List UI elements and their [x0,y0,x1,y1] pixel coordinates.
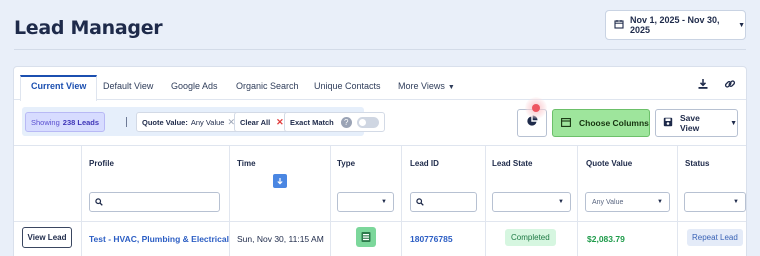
column-header-type[interactable]: Type [337,159,355,168]
column-header-status[interactable]: Status [685,159,709,168]
download-icon[interactable] [697,77,711,91]
columns-icon [561,117,571,129]
tab-current-view[interactable]: Current View [20,75,98,101]
view-tabs: Current View Default View Google Ads Org… [14,67,746,101]
chevron-down-icon: ▼ [730,119,737,127]
status-filter-select[interactable]: ▼ [684,192,746,212]
tab-unique-contacts[interactable]: Unique Contacts [314,75,381,100]
quote-value-filter-chip[interactable]: Quote Value: Any Value ✕ [136,112,242,132]
status-badge: Repeat Lead [687,229,743,246]
date-range-picker[interactable]: Nov 1, 2025 - Nov 30, 2025 ▼ [605,10,746,40]
calendar-icon [614,19,624,31]
help-icon[interactable]: ? [340,116,352,128]
search-icon [95,193,103,211]
save-icon [663,117,673,129]
exact-match-toggle[interactable] [356,116,379,128]
clear-all-button[interactable]: Clear All ✕ [234,112,290,132]
form-icon [356,227,376,247]
date-range-label: Nov 1, 2025 - Nov 30, 2025 [630,15,720,35]
title-divider [14,49,746,50]
column-header-profile[interactable]: Profile [89,159,114,168]
column-header-lead-id[interactable]: Lead ID [410,159,439,168]
exact-match-control: Exact Match ? [284,112,385,132]
filter-toolbar: Showing 238 Leads Quote Value: Any Value… [22,107,385,136]
lead-id-link[interactable]: 180776785 [410,234,453,244]
lead-state-filter-select[interactable]: ▼ [492,192,571,212]
lead-count-badge: Showing 238 Leads [25,112,106,132]
column-header-time[interactable]: Time [237,159,256,168]
choose-columns-button[interactable]: Choose Columns [552,109,650,137]
lead-time: Sun, Nov 30, 11:15 AM [237,234,324,244]
quote-value: $2,083.79 [587,234,625,244]
profile-link[interactable]: Test - HVAC, Plumbing & Electrical [89,234,229,244]
arrow-down-icon [276,172,284,190]
lead-id-search-input[interactable] [410,192,477,212]
column-header-quote-value[interactable]: Quote Value [586,159,632,168]
chevron-down-icon: ▼ [447,84,455,91]
chevron-down-icon: ▼ [381,199,387,205]
toolbar-divider [126,117,127,127]
lead-table-card: Current View Default View Google Ads Org… [13,66,747,256]
column-header-lead-state[interactable]: Lead State [492,159,532,168]
view-lead-button[interactable]: View Lead [22,227,72,248]
lead-state-badge: Completed [505,229,556,246]
tab-organic-search[interactable]: Organic Search [236,75,299,100]
search-icon [416,193,424,211]
notification-dot [532,104,540,112]
quote-value-filter-select[interactable]: Any Value ▼ [585,192,670,212]
tab-google-ads[interactable]: Google Ads [171,75,218,100]
link-icon[interactable] [724,77,738,91]
tab-more-views[interactable]: More Views ▼ [398,75,455,100]
chevron-down-icon: ▼ [738,21,745,29]
save-view-button[interactable]: Save View ▼ [655,109,738,137]
close-icon: ✕ [276,116,284,127]
tab-default-view[interactable]: Default View [103,75,153,100]
sort-descending-button[interactable] [273,174,287,188]
chevron-down-icon: ▼ [657,199,663,205]
type-filter-select[interactable]: ▼ [337,192,394,212]
profile-search-input[interactable] [89,192,220,212]
page-title: Lead Manager [14,17,163,39]
chevron-down-icon: ▼ [558,199,564,205]
chevron-down-icon: ▼ [733,199,739,205]
